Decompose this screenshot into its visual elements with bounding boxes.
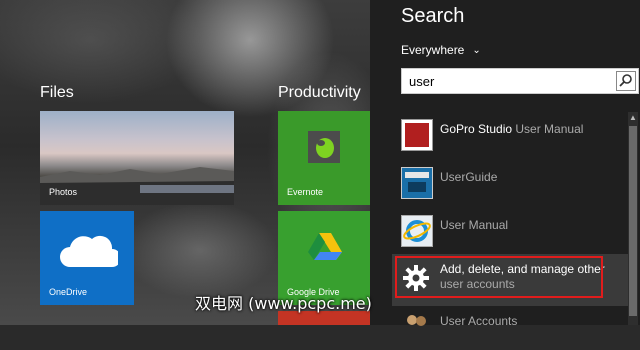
group-title-productivity: Productivity <box>278 84 361 101</box>
result-label: User Accounts <box>440 314 518 328</box>
result-item[interactable]: User Accounts <box>392 306 632 350</box>
chevron-down-icon: ⌄ <box>472 45 481 56</box>
tile-label: Evernote <box>287 187 324 197</box>
scroll-thumb[interactable] <box>629 126 637 316</box>
search-input[interactable] <box>405 72 613 90</box>
search-button[interactable] <box>616 71 636 91</box>
lenovo-app-icon <box>401 167 433 199</box>
google-drive-icon <box>308 233 342 260</box>
search-box <box>401 68 639 94</box>
scope-label: Everywhere <box>401 43 465 57</box>
tile-photos[interactable]: Photos <box>40 111 234 205</box>
group-title-files: Files <box>40 84 74 101</box>
tile-label: Photos <box>49 187 78 197</box>
start-screen-background: Files Productivity Photos OneDrive Evern… <box>0 0 370 325</box>
watermark: 双电网 (www.pcpc.me) <box>195 294 372 313</box>
pane-title: Search <box>401 5 465 27</box>
document-pdf-icon <box>401 119 433 151</box>
users-icon <box>401 311 433 343</box>
results-scrollbar[interactable]: ▲ <box>628 112 638 325</box>
scope-dropdown[interactable]: Everywhere ⌄ <box>401 43 481 57</box>
result-item[interactable]: UserGuide <box>392 162 632 206</box>
tile-label: OneDrive <box>49 287 88 297</box>
result-label: UserGuide <box>440 170 498 184</box>
ie-icon <box>401 215 433 247</box>
result-label: User Manual <box>440 218 509 232</box>
scroll-up-arrow-icon[interactable]: ▲ <box>628 112 638 124</box>
tile-evernote[interactable]: Evernote <box>278 111 370 205</box>
result-item[interactable]: User Manual <box>392 210 632 254</box>
cloud-icon <box>60 235 118 267</box>
evernote-icon <box>308 131 340 163</box>
search-icon <box>619 74 632 87</box>
tile-onedrive[interactable]: OneDrive <box>40 211 134 305</box>
result-label: GoPro Studio User Manual <box>440 122 584 136</box>
result-item[interactable]: GoPro Studio User Manual <box>392 114 632 158</box>
highlight-box <box>395 256 603 298</box>
